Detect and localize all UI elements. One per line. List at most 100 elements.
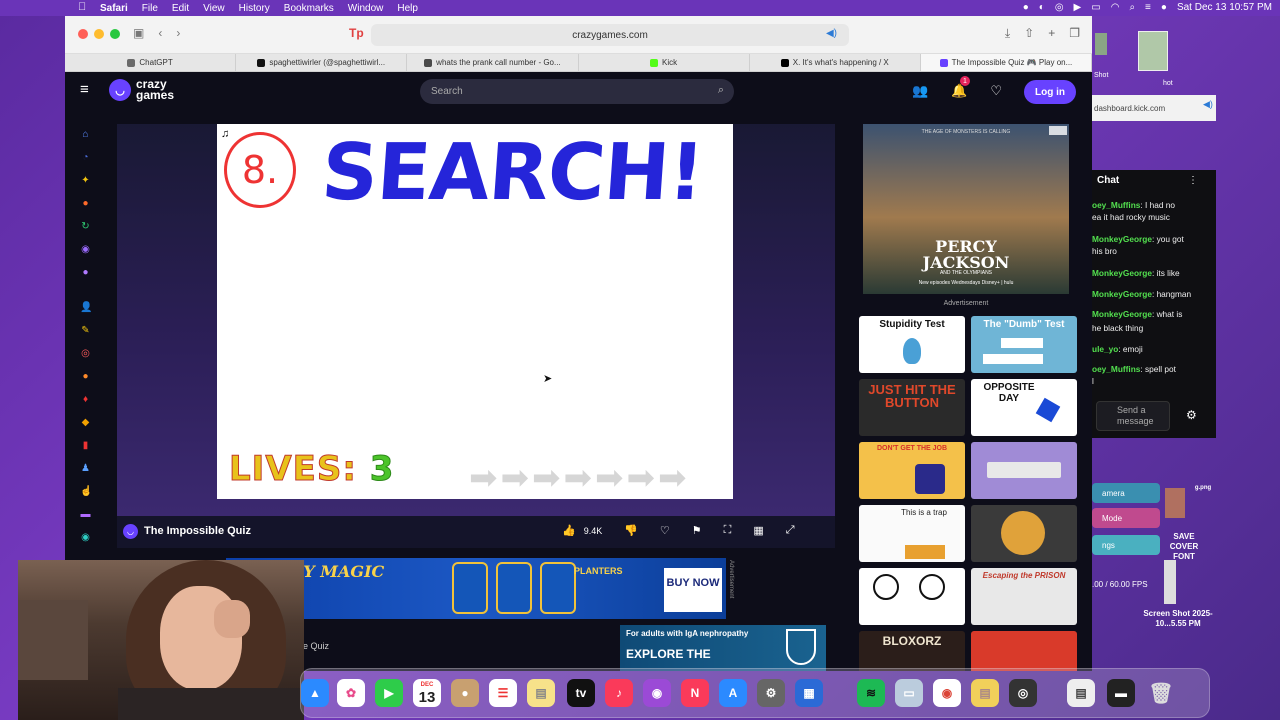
recent-icon[interactable]: ◔ [80, 152, 91, 163]
originals-icon[interactable]: ◉ [80, 244, 91, 255]
apple-menu-icon[interactable]:  [78, 1, 86, 13]
desktop-file-icon[interactable] [1164, 560, 1176, 604]
forward-icon[interactable]: › [176, 26, 180, 40]
play-icon[interactable]: ▶ [1074, 2, 1082, 13]
game-thumbnail[interactable]: JUST HIT THE BUTTON [859, 379, 965, 436]
podcasts-app-icon[interactable]: ◉ [643, 679, 671, 707]
tab-google[interactable]: whats the prank call number - Go... [407, 54, 579, 71]
more-icon[interactable]: ⋮ [1188, 175, 1198, 186]
adchoices-icon[interactable] [1049, 126, 1067, 135]
tab-x[interactable]: X. It's what's happening / X [750, 54, 921, 71]
contacts-app-icon[interactable]: ● [451, 679, 479, 707]
maps-app-icon[interactable]: ▲ [301, 679, 329, 707]
updated-icon[interactable]: ↻ [80, 221, 91, 232]
menu-view[interactable]: View [203, 3, 225, 14]
friends-icon[interactable]: 👥 [912, 83, 928, 99]
io-games-icon[interactable]: ◉ [80, 532, 91, 543]
menu-window[interactable]: Window [348, 3, 384, 14]
notes-app-icon[interactable]: ▤ [527, 679, 555, 707]
tab-tiktok[interactable]: spaghettiwirler (@spaghettiwirl... [236, 54, 408, 71]
system-settings-icon[interactable]: ⚙ [757, 679, 785, 707]
menu-help[interactable]: Help [397, 3, 418, 14]
controller-icon[interactable]: ▬ [80, 509, 91, 520]
screen-recording-icon[interactable]: ▬ [1107, 679, 1135, 707]
facetime-app-icon[interactable]: ▶ [375, 679, 403, 707]
menu-history[interactable]: History [239, 3, 270, 14]
gear-icon[interactable]: ⚙ [1186, 408, 1197, 422]
game-thumbnail[interactable]: BLOXORZ [859, 631, 965, 671]
preview-app-icon[interactable]: ▭ [895, 679, 923, 707]
dislike-icon[interactable]: 👎 [624, 524, 638, 537]
new-tab-icon[interactable]: + [1048, 26, 1055, 41]
spotify-app-icon[interactable]: ≋ [857, 679, 885, 707]
trash-icon[interactable]: 🗑 [1147, 679, 1175, 707]
fullscreen-icon[interactable]: ⤢ [786, 524, 795, 537]
game-thumbnail[interactable] [971, 631, 1077, 671]
ad-buy-now-button[interactable]: BUY NOW [664, 568, 722, 612]
photos-app-icon[interactable]: ✿ [337, 679, 365, 707]
game-thumbnail[interactable]: OPPOSITE DAY [971, 379, 1077, 436]
music-app-icon[interactable]: ♪ [605, 679, 633, 707]
clock-text[interactable]: Sat Dec 13 10:57 PM [1177, 2, 1272, 13]
tab-kick[interactable]: Kick [579, 54, 750, 71]
minimize-window-button[interactable] [94, 29, 104, 39]
download-icon[interactable]: ⤓ [1005, 26, 1010, 41]
like-icon[interactable]: 👍 [562, 524, 576, 537]
status-icon[interactable]: ● [1023, 2, 1029, 13]
action-icon[interactable]: ✎ [80, 325, 91, 336]
game-thumbnail[interactable] [971, 442, 1077, 499]
game-thumbnail[interactable] [859, 568, 965, 625]
casual-icon[interactable]: ♟ [80, 463, 91, 474]
tab-impossible-quiz[interactable]: The Impossible Quiz 🎮 Play on... [920, 54, 1092, 71]
app-store-icon[interactable]: A [719, 679, 747, 707]
menu-file[interactable]: File [142, 3, 158, 14]
car-icon[interactable]: ◆ [80, 417, 91, 428]
zoom-window-button[interactable] [110, 29, 120, 39]
sidebar-toggle-icon[interactable]: ▣ [133, 26, 144, 40]
speaker-icon[interactable]: ◀) [826, 28, 837, 39]
theater-mode-icon[interactable]: ▦ [753, 524, 763, 537]
desktop-file-icon[interactable] [1165, 488, 1185, 518]
igan-ad-banner[interactable]: For adults with IgA nephropathy EXPLORE … [620, 625, 826, 671]
beauty-icon[interactable]: ♦ [80, 394, 91, 405]
game-thumbnail[interactable]: DON'T GET THE JOB [859, 442, 965, 499]
wifi-icon[interactable]: ◠ [1111, 2, 1120, 13]
back-icon[interactable]: ‹ [158, 26, 162, 40]
adventure-icon[interactable]: ◎ [80, 348, 91, 359]
crazygames-logo[interactable]: ◡ crazy games [109, 78, 174, 101]
share-icon[interactable]: ⇧ [1024, 26, 1034, 41]
menu-bookmarks[interactable]: Bookmarks [284, 3, 334, 14]
status-icon[interactable]: ◐ [1039, 2, 1045, 13]
extension-icon[interactable]: Tp [349, 26, 364, 40]
close-window-button[interactable] [78, 29, 88, 39]
favorite-icon[interactable]: ♡ [660, 524, 670, 537]
menu-app-name[interactable]: Safari [100, 3, 128, 14]
tab-chatgpt[interactable]: ChatGPT [65, 54, 237, 71]
address-bar[interactable]: crazygames.com ◀) [371, 24, 849, 46]
battery-icon[interactable]: ▭ [1091, 2, 1100, 13]
reminders-app-icon[interactable]: ☰ [489, 679, 517, 707]
chrome-app-icon[interactable]: ◉ [933, 679, 961, 707]
clicker-icon[interactable]: ☝ [80, 486, 92, 497]
game-thumbnail[interactable]: Escaping the PRISON [971, 568, 1077, 625]
question-text[interactable]: SEARCH! [319, 128, 706, 218]
two-player-icon[interactable]: 👤 [80, 302, 92, 313]
multiplayer-icon[interactable]: ● [80, 267, 91, 278]
game-thumbnail[interactable]: This is a trap [859, 505, 965, 562]
windows-app-icon[interactable]: ▦ [795, 679, 823, 707]
calendar-app-icon[interactable]: DEC 13 [413, 679, 441, 707]
documents-folder-icon[interactable]: ▤ [1067, 679, 1095, 707]
obs-item[interactable]: Mode [1092, 508, 1160, 528]
embed-icon[interactable]: ⛶ [724, 524, 732, 537]
stickies-app-icon[interactable]: ▤ [971, 679, 999, 707]
game-canvas[interactable]: ♫ 8. SEARCH! LIVES: 3 ➡ ➡ ➡ ➡ ➡ ➡ ➡ ➤ [217, 124, 733, 499]
music-toggle-icon[interactable]: ♫ [221, 128, 229, 140]
report-icon[interactable]: ⚑ [692, 524, 702, 537]
menu-edit[interactable]: Edit [172, 3, 189, 14]
obs-item[interactable]: ngs [1092, 535, 1160, 555]
obs-item[interactable]: amera [1092, 483, 1160, 503]
apple-tv-app-icon[interactable]: tv [567, 679, 595, 707]
search-icon[interactable]: ⌕ [1129, 2, 1135, 13]
chat-input[interactable]: Send a message [1096, 401, 1170, 431]
new-icon[interactable]: ✦ [80, 175, 91, 186]
